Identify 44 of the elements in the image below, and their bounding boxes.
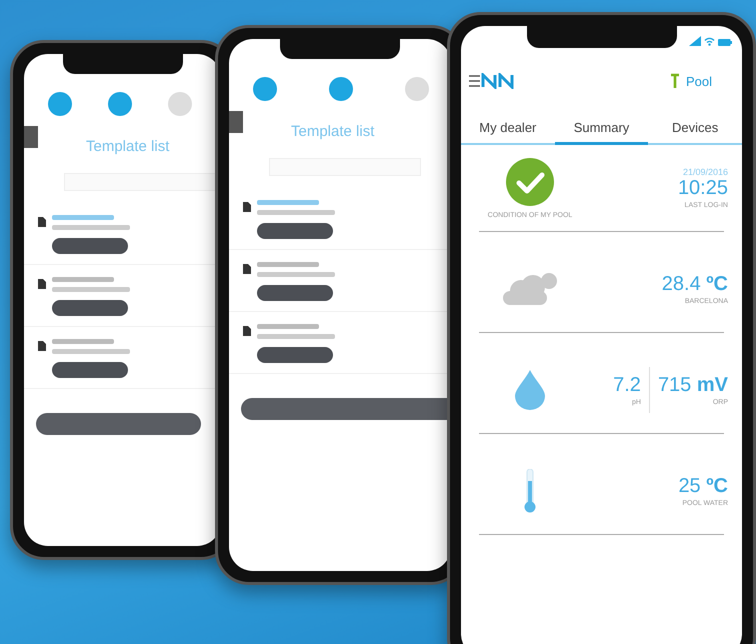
reading-value: 25 ºC (678, 475, 728, 498)
pill-button[interactable] (257, 223, 333, 239)
step-circle[interactable] (108, 92, 132, 116)
step-circle[interactable] (329, 77, 353, 101)
blurred-text (257, 200, 319, 205)
back-button[interactable] (229, 110, 243, 132)
reading-value: 7.2 (613, 374, 641, 397)
document-icon (243, 264, 251, 274)
battery-icon (718, 39, 732, 46)
pool-tag-icon (670, 73, 680, 89)
document-icon (38, 217, 46, 227)
document-icon (243, 202, 251, 212)
tab[interactable]: Summary (554, 114, 648, 145)
reading-value: 715 mV (658, 374, 728, 397)
blurred-text (52, 339, 114, 344)
tab[interactable]: Devices (648, 114, 742, 145)
water-drop-icon (515, 370, 545, 410)
wide-button[interactable] (36, 413, 201, 435)
step-circle[interactable] (253, 77, 277, 101)
tab[interactable]: My dealer (461, 114, 555, 145)
pill-button[interactable] (52, 300, 128, 316)
step-circle[interactable] (48, 92, 72, 116)
wifi-icon (704, 37, 715, 46)
pill-button[interactable] (52, 362, 128, 378)
time-text: 10:25 (678, 177, 728, 200)
pill-button[interactable] (257, 285, 333, 301)
signal-icon (689, 36, 701, 46)
reading-value: 28.4 ºC (662, 273, 728, 296)
select-field[interactable] (64, 173, 216, 191)
pill-button[interactable] (257, 347, 333, 363)
blurred-text (257, 324, 319, 329)
thermometer-icon (524, 469, 536, 513)
pill-button[interactable] (52, 238, 128, 254)
check-icon (506, 158, 554, 206)
blurred-text (257, 262, 319, 267)
blurred-text (52, 277, 114, 282)
document-icon (243, 326, 251, 336)
back-button[interactable] (24, 126, 38, 148)
date-text: 21/09/2016 (682, 167, 728, 177)
document-icon (38, 341, 46, 351)
screen-title: Template list (291, 123, 374, 140)
screen-title: Template list (86, 138, 170, 155)
document-icon (38, 279, 46, 289)
blurred-text (52, 215, 114, 220)
